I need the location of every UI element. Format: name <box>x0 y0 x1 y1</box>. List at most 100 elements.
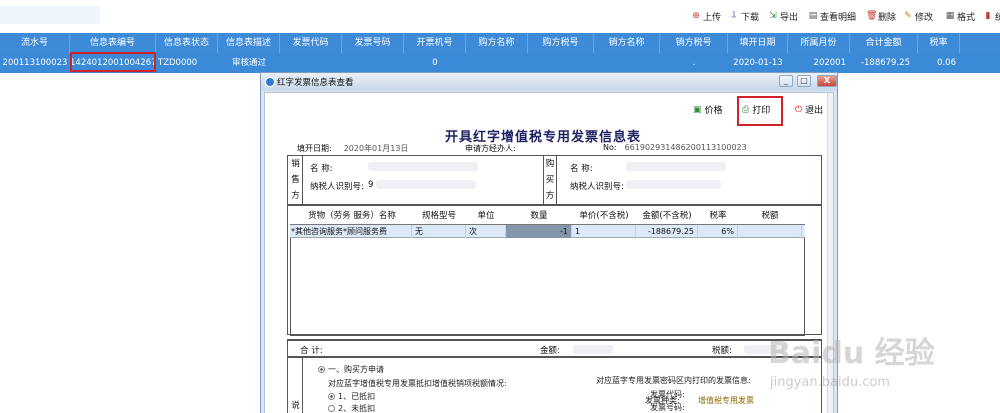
radio-icon <box>328 405 335 412</box>
minimize-button[interactable]: _ <box>779 75 793 87</box>
print-highlight-box <box>737 96 783 126</box>
item-amount: -188679.25 <box>636 225 698 238</box>
pencil-icon: ✎ <box>904 11 912 21</box>
upload-icon: ⊕ <box>692 11 700 21</box>
cell-desc: 审核通过 <box>231 58 266 68</box>
col-info-no[interactable]: 信息表编号 <box>70 33 156 53</box>
item-spec: 无 <box>412 225 466 238</box>
cell-rate: 0.06 <box>937 58 956 68</box>
buyer-name-label: 名 称: <box>570 164 593 174</box>
format-button[interactable]: ▦ 格式 <box>945 9 975 23</box>
items-header-tax: 税额 <box>761 211 779 221</box>
list-item[interactable]: *其他咨询服务*顾问服务费 无 次 -1 1 -188679.25 6% <box>290 224 805 238</box>
watermark-brand: Baidu 经验 <box>768 336 935 371</box>
items-table: 货物（劳务 服务）名称 规格型号 单位 数量 单价(不含税) 金额(不含税) 税… <box>287 205 822 336</box>
search-area[interactable] <box>0 6 100 24</box>
export-button[interactable]: ⇲ 导出 <box>768 9 798 23</box>
col-rate[interactable]: 税率 <box>918 33 960 53</box>
cell-invoice-code <box>280 53 342 73</box>
radio-icon <box>318 366 325 373</box>
buyer-label: 购买方 <box>543 156 557 206</box>
cell-seller-taxid: . <box>692 58 696 68</box>
exit-button[interactable]: ⏻ 退出 <box>795 103 823 117</box>
dialog-titlebar[interactable]: 红字发票信息表查看 _ □ X <box>261 73 837 91</box>
col-buyer-name[interactable]: 购方名称 <box>466 33 528 53</box>
items-header-spec: 规格型号 <box>421 211 456 221</box>
seller-taxid-label: 纳税人识别号: <box>310 182 364 192</box>
detail-icon: ▤ <box>808 11 818 21</box>
red-invoice-dialog: 红字发票信息表查看 _ □ X ▣ 价格 ⎙ 打印 ⏻ 退出 开具红字增值税专用… <box>260 72 838 413</box>
view-detail-button[interactable]: ▤ 查看明细 <box>808 9 856 23</box>
seller-name-value <box>368 162 478 171</box>
download-icon: ⇩ <box>730 11 738 21</box>
buyer-taxid-label: 纳税人识别号: <box>570 182 624 192</box>
item-rate: 6% <box>698 225 738 238</box>
highlight-box <box>70 52 156 72</box>
cell-total: -188679.25 <box>860 58 910 68</box>
total-tax-label: 税额: <box>712 346 732 356</box>
upload-button[interactable]: ⊕ 上传 <box>691 9 721 23</box>
format-icon: ▦ <box>945 11 955 21</box>
cell-serial: 200113100023 <box>2 58 68 68</box>
power-icon: ⏻ <box>795 104 803 115</box>
item-price: 1 <box>572 225 636 238</box>
seller-label: 销售方 <box>289 156 303 206</box>
edit-button[interactable]: ✎ 修改 <box>903 9 933 23</box>
items-header-name: 货物（劳务 服务）名称 <box>308 211 396 221</box>
item-unit: 次 <box>466 225 506 238</box>
total-amount-label: 金额: <box>540 346 560 356</box>
items-header-unit: 单位 <box>477 211 495 221</box>
col-seller-taxid[interactable]: 销方税号 <box>660 33 728 53</box>
cell-status: TZD0000 <box>158 58 198 68</box>
stats-button[interactable]: ▮ 统 <box>983 9 1000 23</box>
item-name: *其他咨询服务*顾问服务费 <box>290 225 412 238</box>
deduct-question: 对应蓝字增值税专用发票抵扣增值税销项税额情况: <box>328 379 507 388</box>
seller-taxid-value: 9 <box>368 180 374 190</box>
col-desc[interactable]: 信息表描述 <box>218 33 280 53</box>
seller-name-label: 名 称: <box>310 164 333 174</box>
cell-machine-no: 0 <box>432 58 438 68</box>
cell-buyer-name <box>466 53 528 73</box>
seller-taxid-blur <box>376 180 476 189</box>
col-seller-name[interactable]: 销方名称 <box>594 33 660 53</box>
download-button[interactable]: ⇩ 下载 <box>729 9 759 23</box>
party-info: 销售方 名 称: 纳税人识别号: 9 购买方 名 称: 纳税人识别号: <box>287 155 822 206</box>
total-amount-value <box>573 345 613 354</box>
total-label: 合 计: <box>300 346 323 356</box>
radio-deducted[interactable]: 1、已抵扣 <box>328 391 375 402</box>
radio-buyer-apply[interactable]: 一、购买方申请 <box>318 364 384 375</box>
trash-icon: 🗑 <box>866 11 878 21</box>
col-total[interactable]: 合计金额 <box>850 33 918 53</box>
item-tax <box>738 225 802 238</box>
buyer-taxid-value <box>626 180 721 189</box>
col-month[interactable]: 所属月份 <box>788 33 850 53</box>
price-button[interactable]: ▣ 价格 <box>693 103 723 117</box>
cell-seller-name <box>594 53 660 73</box>
note-label: 说明 <box>289 358 303 413</box>
cell-invoice-no <box>342 53 404 73</box>
close-button[interactable]: X <box>817 75 837 87</box>
col-status[interactable]: 信息表状态 <box>156 33 218 53</box>
radio-not-deducted[interactable]: 2、未抵扣 <box>328 403 375 413</box>
col-buyer-taxid[interactable]: 购方税号 <box>528 33 594 53</box>
chart-icon: ▮ <box>985 11 991 21</box>
price-icon: ▣ <box>693 104 702 115</box>
invoice-form: ▣ 价格 ⎙ 打印 ⏻ 退出 开具红字增值税专用发票信息表 填开日期: 2020年… <box>264 92 834 413</box>
col-invoice-code[interactable]: 发票代码 <box>280 33 342 53</box>
buyer-name-value <box>626 162 726 171</box>
grid-header: 流水号 信息表编号 信息表状态 信息表描述 发票代码 发票号码 开票机号 购方名… <box>0 33 1000 53</box>
items-header-rate: 税率 <box>709 211 727 221</box>
cell-fill-date: 2020-01-13 <box>733 58 783 68</box>
col-invoice-no[interactable]: 发票号码 <box>342 33 404 53</box>
col-fill-date[interactable]: 填开日期 <box>728 33 788 53</box>
col-machine-no[interactable]: 开票机号 <box>404 33 466 53</box>
item-qty[interactable]: -1 <box>506 225 572 238</box>
delete-button[interactable]: 🗑 删除 <box>866 9 896 23</box>
blue-invoice-info-title: 对应蓝字专用发票密码区内打印的发票信息: <box>596 376 751 385</box>
baidu-watermark: Baidu 经验 jingyan.baidu.com <box>760 328 1000 413</box>
app-icon <box>265 77 275 87</box>
watermark-url: jingyan.baidu.com <box>770 375 890 390</box>
top-toolbar: ⊕ 上传 ⇩ 下载 ⇲ 导出 ▤ 查看明细 🗑 删除 ✎ 修改 ▦ 格式 ▮ 统 <box>0 0 1000 32</box>
maximize-button[interactable]: □ <box>797 75 811 87</box>
col-serial[interactable]: 流水号 <box>0 33 70 53</box>
